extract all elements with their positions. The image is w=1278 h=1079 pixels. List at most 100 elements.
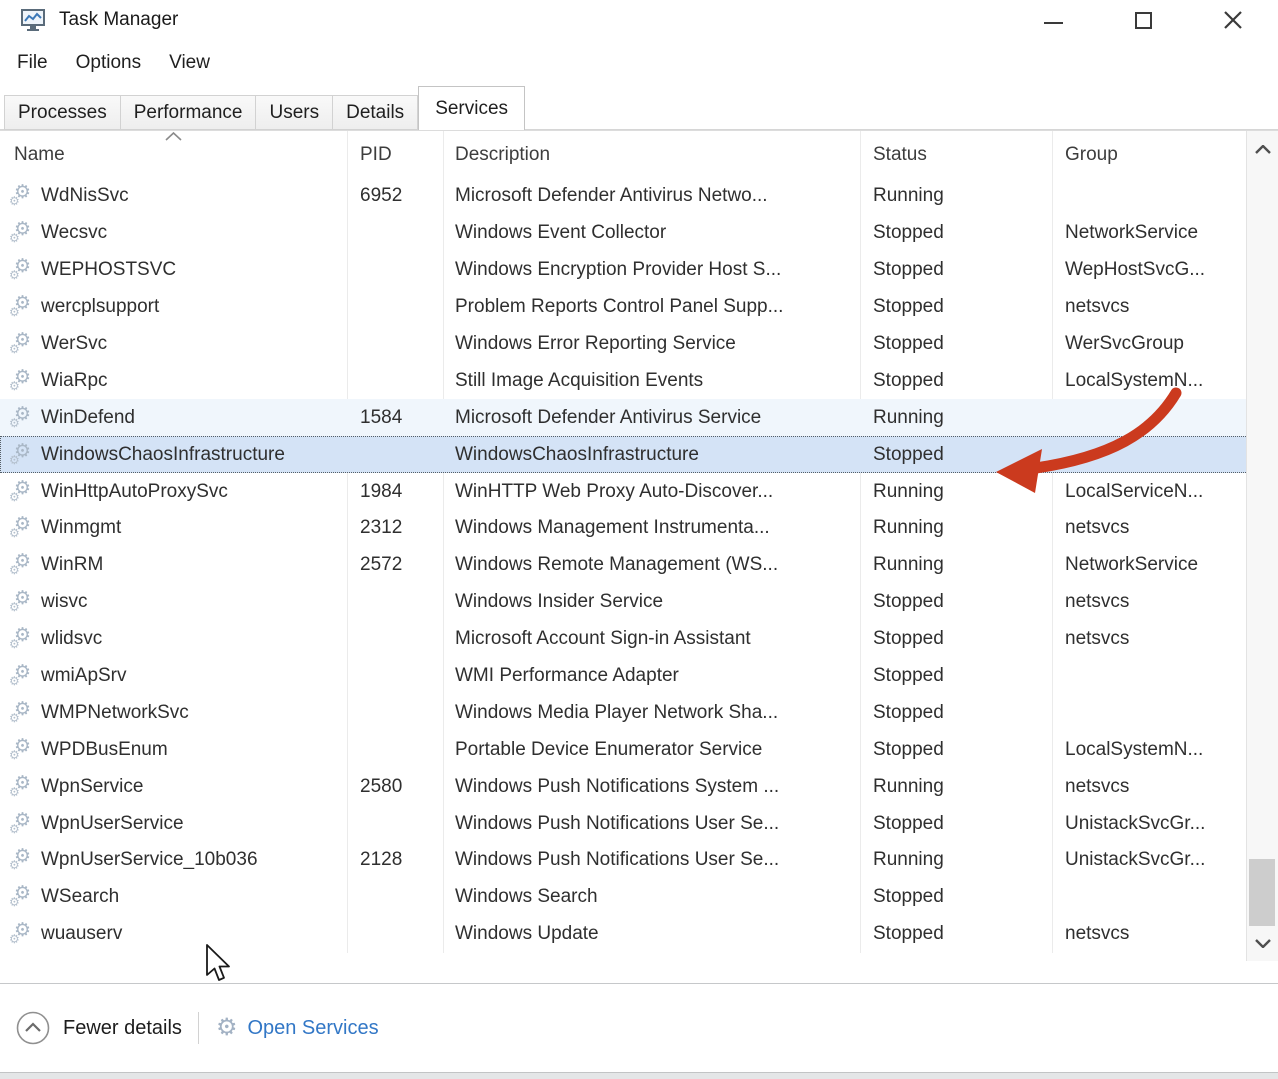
chevron-down-icon: [1255, 939, 1271, 948]
table-row[interactable]: ⚙⚙WpnService2580Windows Push Notificatio…: [0, 768, 1278, 805]
service-gear-icon: ⚙⚙: [8, 478, 38, 506]
cell-description: Windows Encryption Provider Host S...: [443, 259, 860, 281]
table-row[interactable]: ⚙⚙WPDBusEnumPortable Device Enumerator S…: [0, 731, 1278, 768]
table-row[interactable]: ⚙⚙WpnUserService_10b0362128Windows Push …: [0, 842, 1278, 879]
table-row[interactable]: ⚙⚙wisvcWindows Insider ServiceStoppednet…: [0, 584, 1278, 621]
table-row[interactable]: ⚙⚙wercplsupportProblem Reports Control P…: [0, 289, 1278, 326]
open-services-link[interactable]: ⚙ Open Services: [216, 1016, 379, 1040]
scrollbar-thumb[interactable]: [1249, 859, 1275, 926]
cell-status: Stopped: [860, 370, 1052, 392]
footer-divider: [198, 1012, 199, 1044]
cell-name: ⚙⚙wisvc: [0, 588, 347, 616]
window-bottom-edge: [0, 1072, 1278, 1079]
service-gear-icon: ⚙⚙: [8, 551, 38, 579]
cell-description: Microsoft Defender Antivirus Netwo...: [443, 185, 860, 207]
cell-group: netsvcs: [1052, 517, 1246, 539]
cell-status: Stopped: [860, 665, 1052, 687]
service-gear-icon: ⚙⚙: [8, 293, 38, 321]
table-row[interactable]: ⚙⚙wmiApSrvWMI Performance AdapterStopped: [0, 658, 1278, 695]
service-gear-icon: ⚙⚙: [8, 699, 38, 727]
title-bar: Task Manager: [0, 0, 1278, 40]
scroll-down-button[interactable]: [1247, 927, 1278, 959]
cell-pid: 6952: [347, 185, 443, 207]
table-row[interactable]: ⚙⚙Winmgmt2312Windows Management Instrume…: [0, 510, 1278, 547]
table-row[interactable]: ⚙⚙WerSvcWindows Error Reporting ServiceS…: [0, 326, 1278, 363]
menu-file[interactable]: File: [3, 46, 62, 80]
service-name: WpnUserService_10b036: [41, 849, 258, 871]
table-row[interactable]: ⚙⚙WEPHOSTSVC Windows Encryption Provider …: [0, 252, 1278, 289]
tab-performance[interactable]: Performance: [121, 95, 257, 130]
cell-pid: 2572: [347, 554, 443, 576]
maximize-icon: [1135, 12, 1152, 29]
service-gear-icon: ⚙⚙: [8, 256, 38, 284]
cell-name: ⚙⚙Wecsvc: [0, 219, 347, 247]
cell-status: Running: [860, 481, 1052, 503]
service-name: WiaRpc: [41, 370, 108, 392]
table-row[interactable]: ⚙⚙WpnUserServiceWindows Push Notificatio…: [0, 805, 1278, 842]
header-status[interactable]: Status: [860, 131, 1052, 178]
cell-description: Windows Event Collector: [443, 222, 860, 244]
services-table-body: ⚙⚙WdNisSvc6952Microsoft Defender Antivir…: [0, 178, 1278, 953]
cell-description: Windows Remote Management (WS...: [443, 554, 860, 576]
maximize-button[interactable]: [1098, 0, 1188, 40]
header-pid[interactable]: PID: [347, 131, 443, 178]
service-name: wisvc: [41, 591, 87, 613]
table-row[interactable]: ⚙⚙WecsvcWindows Event CollectorStoppedNe…: [0, 215, 1278, 252]
menu-options[interactable]: Options: [62, 46, 155, 80]
cell-description: Still Image Acquisition Events: [443, 370, 860, 392]
menu-view[interactable]: View: [155, 46, 224, 80]
table-row[interactable]: ⚙⚙WinDefend1584Microsoft Defender Antivi…: [0, 399, 1278, 436]
minimize-button[interactable]: [1008, 0, 1098, 40]
cell-group: LocalServiceN...: [1052, 481, 1246, 503]
table-row[interactable]: ⚙⚙WiaRpcStill Image Acquisition EventsSt…: [0, 362, 1278, 399]
vertical-scrollbar[interactable]: [1246, 131, 1278, 961]
service-gear-icon: ⚙⚙: [8, 514, 38, 542]
fewer-details-button[interactable]: Fewer details: [16, 1011, 182, 1045]
close-button[interactable]: [1188, 0, 1278, 40]
table-row[interactable]: ⚙⚙WinHttpAutoProxySvc1984WinHTTP Web Pro…: [0, 473, 1278, 510]
tab-services[interactable]: Services: [418, 86, 525, 130]
table-row[interactable]: ⚙⚙WindowsChaosInfrastructureWindowsChaos…: [0, 436, 1278, 473]
table-row[interactable]: ⚙⚙wuauservWindows UpdateStoppednetsvcs: [0, 916, 1278, 953]
table-row[interactable]: ⚙⚙WinRM2572Windows Remote Management (WS…: [0, 547, 1278, 584]
cell-status: Stopped: [860, 296, 1052, 318]
cell-pid: 2580: [347, 776, 443, 798]
cell-description: Windows Push Notifications User Se...: [443, 849, 860, 871]
scroll-up-button[interactable]: [1247, 133, 1278, 165]
service-gear-icon: ⚙⚙: [8, 219, 38, 247]
cell-description: Windows Error Reporting Service: [443, 333, 860, 355]
cell-group: LocalSystemN...: [1052, 370, 1246, 392]
header-group[interactable]: Group: [1052, 131, 1246, 178]
cell-name: ⚙⚙wuauserv: [0, 920, 347, 948]
service-name: wmiApSrv: [41, 665, 127, 687]
cell-group: netsvcs: [1052, 296, 1246, 318]
cell-name: ⚙⚙WindowsChaosInfrastructure: [0, 441, 347, 469]
tab-users[interactable]: Users: [256, 95, 333, 130]
cell-name: ⚙⚙WEPHOSTSVC: [0, 256, 347, 284]
cell-description: Windows Search: [443, 886, 860, 908]
cell-group: NetworkService: [1052, 554, 1246, 576]
table-row[interactable]: ⚙⚙WSearchWindows SearchStopped: [0, 879, 1278, 916]
cell-group: WepHostSvcG...: [1052, 259, 1246, 281]
menu-bar: File Options View: [0, 40, 1278, 86]
cell-name: ⚙⚙WinRM: [0, 551, 347, 579]
cell-status: Stopped: [860, 813, 1052, 835]
table-row[interactable]: ⚙⚙WMPNetworkSvcWindows Media Player Netw…: [0, 694, 1278, 731]
cell-description: WMI Performance Adapter: [443, 665, 860, 687]
tab-details[interactable]: Details: [333, 95, 418, 130]
header-description[interactable]: Description: [443, 131, 860, 178]
service-name: WPDBusEnum: [41, 739, 168, 761]
cell-status: Stopped: [860, 739, 1052, 761]
cell-group: netsvcs: [1052, 628, 1246, 650]
tab-processes[interactable]: Processes: [4, 95, 121, 130]
cell-name: ⚙⚙WPDBusEnum: [0, 736, 347, 764]
service-name: wuauserv: [41, 923, 122, 945]
cell-status: Running: [860, 554, 1052, 576]
table-row[interactable]: ⚙⚙WdNisSvc6952Microsoft Defender Antivir…: [0, 178, 1278, 215]
sort-ascending-icon: [165, 132, 182, 141]
cell-description: Microsoft Defender Antivirus Service: [443, 407, 860, 429]
window-controls: [1008, 0, 1278, 40]
table-row[interactable]: ⚙⚙wlidsvcMicrosoft Account Sign-in Assis…: [0, 621, 1278, 658]
service-name: WinDefend: [41, 407, 135, 429]
services-gear-icon: ⚙: [216, 1015, 238, 1039]
